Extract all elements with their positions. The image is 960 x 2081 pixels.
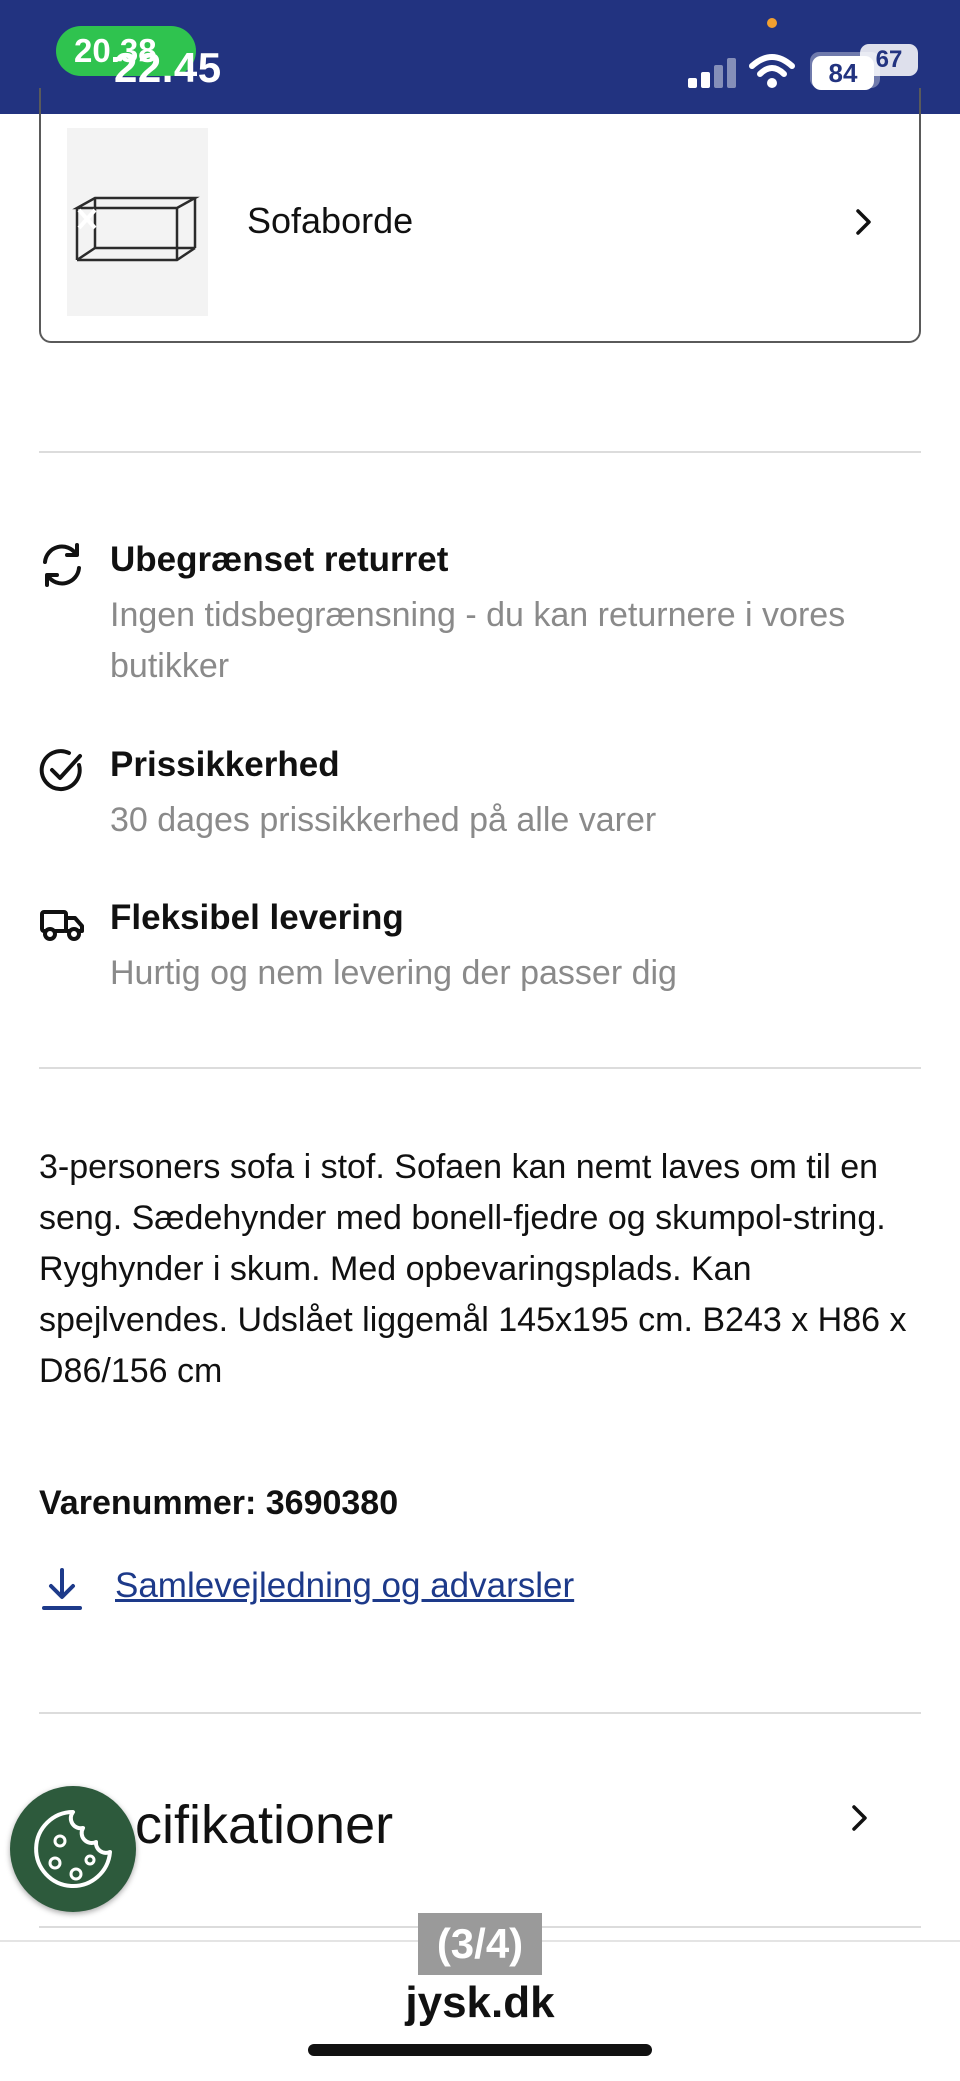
truck-icon xyxy=(40,910,84,941)
status-time: 22.45 xyxy=(114,44,222,91)
cookie-icon xyxy=(34,1810,112,1888)
category-label: Sofaborde xyxy=(247,200,414,241)
coffee-table-image xyxy=(72,196,200,262)
divider xyxy=(39,1067,921,1069)
chevron-right-icon xyxy=(852,1805,867,1831)
image-counter-overlay: (3/4) xyxy=(418,1913,542,1975)
check-circle-icon xyxy=(39,749,82,792)
specifications-label: cifikationer xyxy=(135,1795,394,1855)
download-icon xyxy=(42,1568,82,1610)
specifications-row[interactable]: cifikationer xyxy=(39,1714,921,1924)
download-link-text[interactable]: Samlevejledning og advarsler xyxy=(115,1566,574,1606)
assembly-instructions-link[interactable]: Samlevejledning og advarsler xyxy=(39,1560,679,1620)
refresh-icon xyxy=(43,543,81,587)
divider xyxy=(39,451,921,453)
chevron-right-icon xyxy=(856,209,871,235)
feature-title: Fleksibel levering xyxy=(110,898,404,937)
wifi-icon xyxy=(749,54,795,88)
feature-description: Hurtig og nem levering der passer dig xyxy=(110,954,677,992)
home-indicator[interactable] xyxy=(308,2044,652,2056)
battery-level: 84 xyxy=(812,56,874,90)
feature-description: Ingen tidsbegrænsning - du kan returnere… xyxy=(110,596,846,685)
feature-title: Prissikkerhed xyxy=(110,745,340,784)
item-number: Varenummer: 3690380 xyxy=(39,1484,399,1522)
cookie-settings-button[interactable] xyxy=(10,1786,136,1912)
feature-price-guarantee: Prissikkerhed 30 dages prissikkerhed på … xyxy=(39,745,921,845)
feature-title: Ubegrænset returret xyxy=(110,540,449,579)
category-thumbnail xyxy=(67,128,208,316)
product-description: 3-personers sofa i stof. Sofaen kan nemt… xyxy=(39,1148,907,1390)
cellular-signal-icon xyxy=(688,56,738,88)
feature-delivery: Fleksibel levering Hurtig og nem leverin… xyxy=(39,898,921,998)
feature-description: 30 dages prissikkerhed på alle varer xyxy=(110,801,657,839)
privacy-indicator-dot xyxy=(767,18,777,28)
feature-returns: Ubegrænset returret Ingen tidsbegrænsnin… xyxy=(39,540,921,690)
category-card-sofaborde[interactable]: Sofaborde xyxy=(39,88,921,343)
url-text[interactable]: jysk.dk xyxy=(0,1978,960,2028)
